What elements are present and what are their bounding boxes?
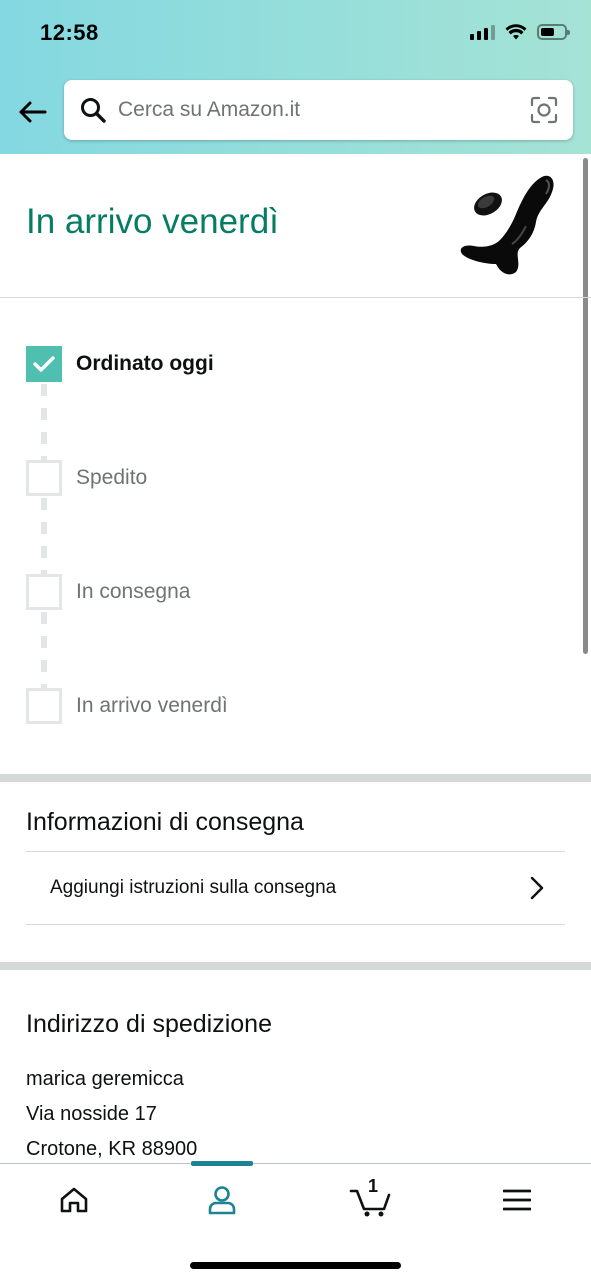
tracker-connector [41, 384, 47, 464]
user-icon [208, 1186, 236, 1215]
cart-count-badge: 1 [368, 1176, 379, 1196]
add-instructions-label: Aggiungi istruzioni sulla consegna [50, 877, 337, 898]
step-label: In arrivo venerdì [76, 694, 228, 717]
bottom-navigation: 1 [0, 1161, 591, 1280]
shipping-address-section: Indirizzo di spedizione marica geremicca… [0, 970, 591, 1164]
arrival-header: In arrivo venerdì [0, 154, 591, 298]
wifi-icon [505, 24, 527, 40]
section-divider [0, 774, 591, 782]
home-icon [60, 1187, 88, 1213]
nav-cart[interactable]: 1 [346, 1176, 396, 1220]
search-bar[interactable] [64, 80, 573, 140]
order-tracking-content[interactable]: In arrivo venerdì Ordinato oggi Spedito … [0, 154, 591, 1164]
checkbox-empty-icon [26, 574, 62, 610]
tracker-connector [41, 498, 47, 578]
home-indicator[interactable] [190, 1262, 401, 1269]
tracker-step-shipped: Spedito [26, 460, 147, 496]
product-thumbnail[interactable] [456, 168, 560, 280]
chevron-right-icon [527, 876, 547, 900]
delivery-info-section: Informazioni di consegna Aggiungi istruz… [0, 782, 591, 962]
back-button[interactable] [14, 94, 50, 130]
add-delivery-instructions-link[interactable]: Aggiungi istruzioni sulla consegna [26, 851, 565, 925]
status-time: 12:58 [40, 20, 99, 45]
arrow-left-icon [19, 101, 47, 123]
shipment-tracker: Ordinato oggi Spedito In consegna In arr… [0, 298, 591, 774]
checkbox-checked-icon [26, 346, 62, 382]
search-icon [78, 95, 108, 125]
nav-account[interactable] [197, 1180, 247, 1220]
status-icons [470, 24, 570, 40]
address-name: marica geremicca [26, 1068, 184, 1090]
app-header: 12:58 [0, 0, 591, 154]
battery-icon [537, 24, 570, 40]
tracker-connector [41, 612, 47, 692]
checkbox-empty-icon [26, 460, 62, 496]
tracker-step-out-for-delivery: In consegna [26, 574, 190, 610]
step-label: In consegna [76, 580, 191, 603]
address-city: Crotone, KR 88900 [26, 1138, 198, 1160]
nav-home[interactable] [49, 1180, 99, 1220]
section-divider [0, 962, 591, 970]
arrival-title: In arrivo venerdì [26, 202, 279, 241]
cellular-signal-icon [470, 24, 495, 40]
tracker-step-ordered: Ordinato oggi [26, 346, 214, 382]
hamburger-menu-icon [503, 1189, 531, 1211]
tracker-step-arriving: In arrivo venerdì [26, 688, 228, 724]
checkbox-empty-icon [26, 688, 62, 724]
search-input[interactable] [118, 90, 529, 130]
address-street: Via nosside 17 [26, 1103, 157, 1125]
step-label: Spedito [76, 466, 148, 489]
delivery-info-title: Informazioni di consegna [26, 808, 304, 836]
camera-search-icon[interactable] [529, 95, 559, 125]
shipping-address-title: Indirizzo di spedizione [26, 1010, 272, 1038]
step-label: Ordinato oggi [76, 352, 214, 375]
active-tab-indicator [191, 1161, 253, 1166]
nav-menu[interactable] [492, 1180, 542, 1220]
